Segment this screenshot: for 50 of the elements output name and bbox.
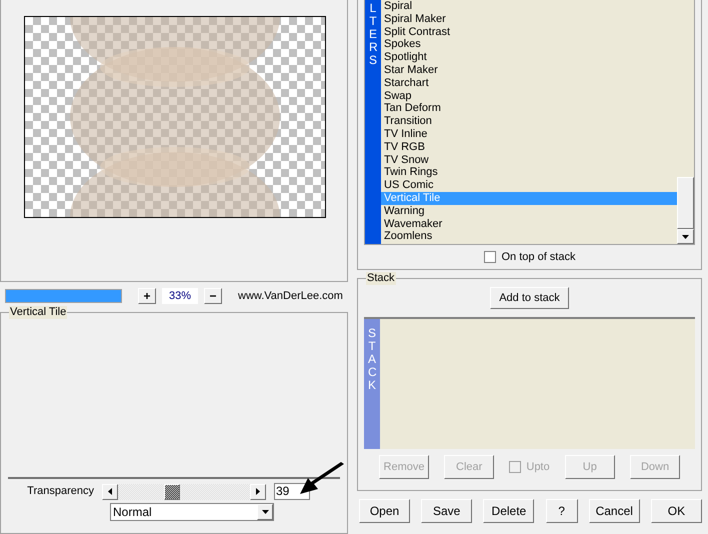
left-arrow-icon (108, 488, 112, 495)
stack-band: STACK (364, 319, 380, 449)
add-to-stack-button[interactable]: Add to stack (490, 287, 569, 309)
filters-band: LTERS (365, 0, 381, 244)
checkbox-label: On top of stack (502, 250, 576, 265)
caret-icon (262, 510, 268, 514)
filter-item[interactable]: Spiral (381, 0, 677, 13)
filter-item[interactable]: Tan Deform (381, 102, 677, 116)
zoom-in-button[interactable]: + (138, 288, 156, 304)
dialog-button[interactable]: ? (546, 499, 578, 523)
checkbox[interactable] (484, 251, 496, 263)
filter-item[interactable]: US Comic (381, 179, 677, 192)
filter-item[interactable]: Split Contrast (381, 26, 677, 38)
scroll-down-button[interactable] (677, 229, 694, 244)
zoom-value: 33% (162, 288, 198, 304)
filter-item[interactable]: Transition (381, 115, 677, 128)
filter-item[interactable]: Star Maker (381, 64, 677, 77)
panel-title: Vertical Tile (9, 306, 68, 319)
dialog-button[interactable]: Save (421, 499, 472, 523)
filter-item[interactable]: Swap (381, 90, 677, 102)
filter-item[interactable]: Starchart (381, 76, 677, 90)
filter-item[interactable]: Zoomlens (381, 230, 677, 244)
blend-mode-dropdown[interactable]: Normal (110, 503, 274, 521)
filter-item[interactable]: Spiral Maker (381, 12, 677, 26)
filter-item[interactable]: TV Inline (381, 128, 677, 141)
checkbox-label: Upto (526, 460, 550, 475)
dialog-button[interactable]: OK (650, 499, 702, 523)
website-link[interactable]: www.VanDerLee.com (238, 288, 343, 304)
filter-item[interactable]: Warning (381, 204, 677, 218)
slider-right-button[interactable] (250, 484, 266, 500)
zoom-out-button[interactable]: − (204, 288, 222, 304)
slider-left-button[interactable] (102, 484, 118, 500)
panel-title: Stack (366, 272, 396, 285)
filter-item[interactable]: Spokes (381, 38, 677, 52)
filter-item[interactable]: TV Snow (381, 154, 677, 166)
parameter-label: Transparency (26, 484, 95, 500)
filter-item[interactable]: Twin Rings (381, 166, 677, 180)
dialog-button[interactable]: Open (359, 499, 410, 523)
dialog-button[interactable]: Cancel (588, 499, 640, 523)
value-field[interactable]: 39 (274, 483, 310, 500)
dialog-button[interactable]: Delete (483, 499, 534, 523)
slider[interactable] (102, 484, 266, 500)
scroll-thumb[interactable] (677, 177, 694, 229)
right-arrow-icon (256, 488, 260, 495)
filter-item[interactable]: TV RGB (381, 140, 677, 154)
filter-item[interactable]: Wavemaker (381, 218, 677, 230)
caret-icon (682, 234, 689, 238)
arrow-icon (298, 462, 346, 496)
slider-thumb[interactable] (164, 484, 180, 500)
filter-item[interactable]: Spotlight (381, 51, 677, 64)
